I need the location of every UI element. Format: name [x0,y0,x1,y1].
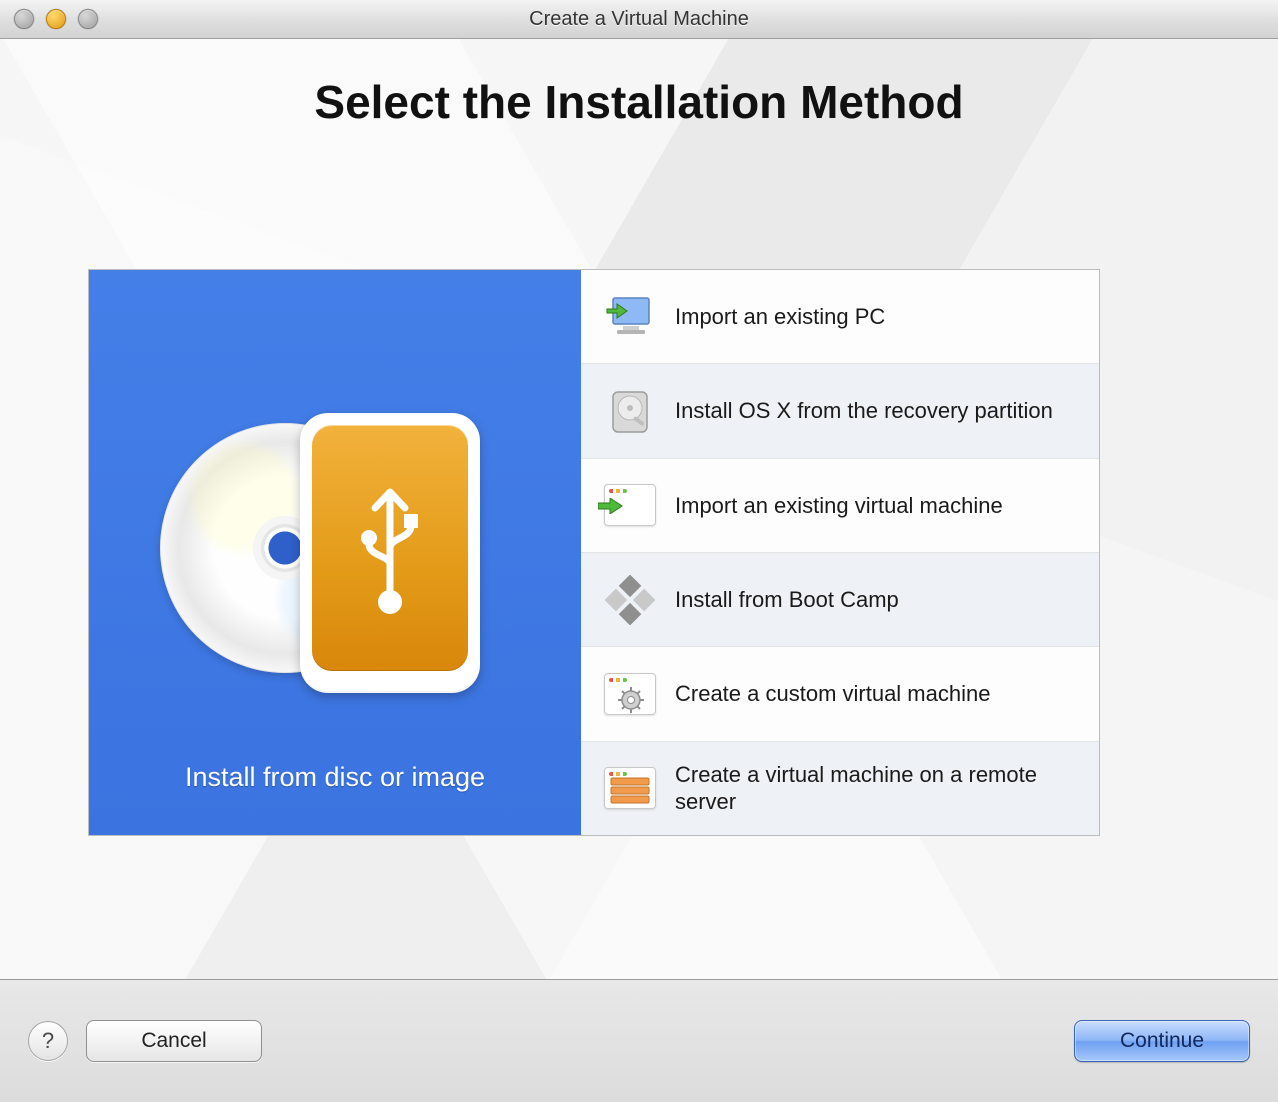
minimize-window-button[interactable] [46,9,66,29]
continue-button[interactable]: Continue [1074,1020,1250,1062]
option-label: Import an existing virtual machine [675,492,1003,520]
selected-method-label: Install from disc or image [185,762,485,793]
option-import-vm[interactable]: Import an existing virtual machine [581,458,1099,552]
harddrive-icon [603,384,657,438]
import-pc-icon [603,290,657,344]
remote-server-icon [603,761,657,815]
option-label: Install OS X from the recovery partition [675,397,1053,425]
window-controls [14,9,98,29]
titlebar: Create a Virtual Machine [0,0,1278,39]
selected-method-tile[interactable]: Install from disc or image [89,270,581,835]
bootcamp-icon [603,573,657,627]
option-remote-server[interactable]: Create a virtual machine on a remote ser… [581,741,1099,835]
import-vm-icon [603,478,657,532]
method-panel: Install from disc or image Import an exi… [88,269,1100,836]
option-bootcamp[interactable]: Install from Boot Camp [581,552,1099,646]
usb-trident-icon [355,478,425,618]
window-title: Create a Virtual Machine [529,8,749,31]
cancel-button[interactable]: Cancel [86,1020,262,1062]
close-window-button[interactable] [14,9,34,29]
custom-vm-icon [603,667,657,721]
option-label: Import an existing PC [675,303,885,331]
option-label: Install from Boot Camp [675,586,899,614]
help-button[interactable]: ? [28,1021,68,1061]
option-install-osx-recovery[interactable]: Install OS X from the recovery partition [581,363,1099,457]
zoom-window-button[interactable] [78,9,98,29]
option-label: Create a virtual machine on a remote ser… [675,761,1077,816]
footer: ? Cancel Continue [0,979,1278,1102]
content-area: Select the Installation Method [0,39,1278,979]
page-title: Select the Installation Method [0,39,1278,129]
method-options-list: Import an existing PC Install OS X from … [581,270,1099,835]
disc-usb-icon [160,383,510,703]
option-custom-vm[interactable]: Create a custom virtual machine [581,646,1099,740]
option-import-pc[interactable]: Import an existing PC [581,270,1099,363]
option-label: Create a custom virtual machine [675,680,990,708]
